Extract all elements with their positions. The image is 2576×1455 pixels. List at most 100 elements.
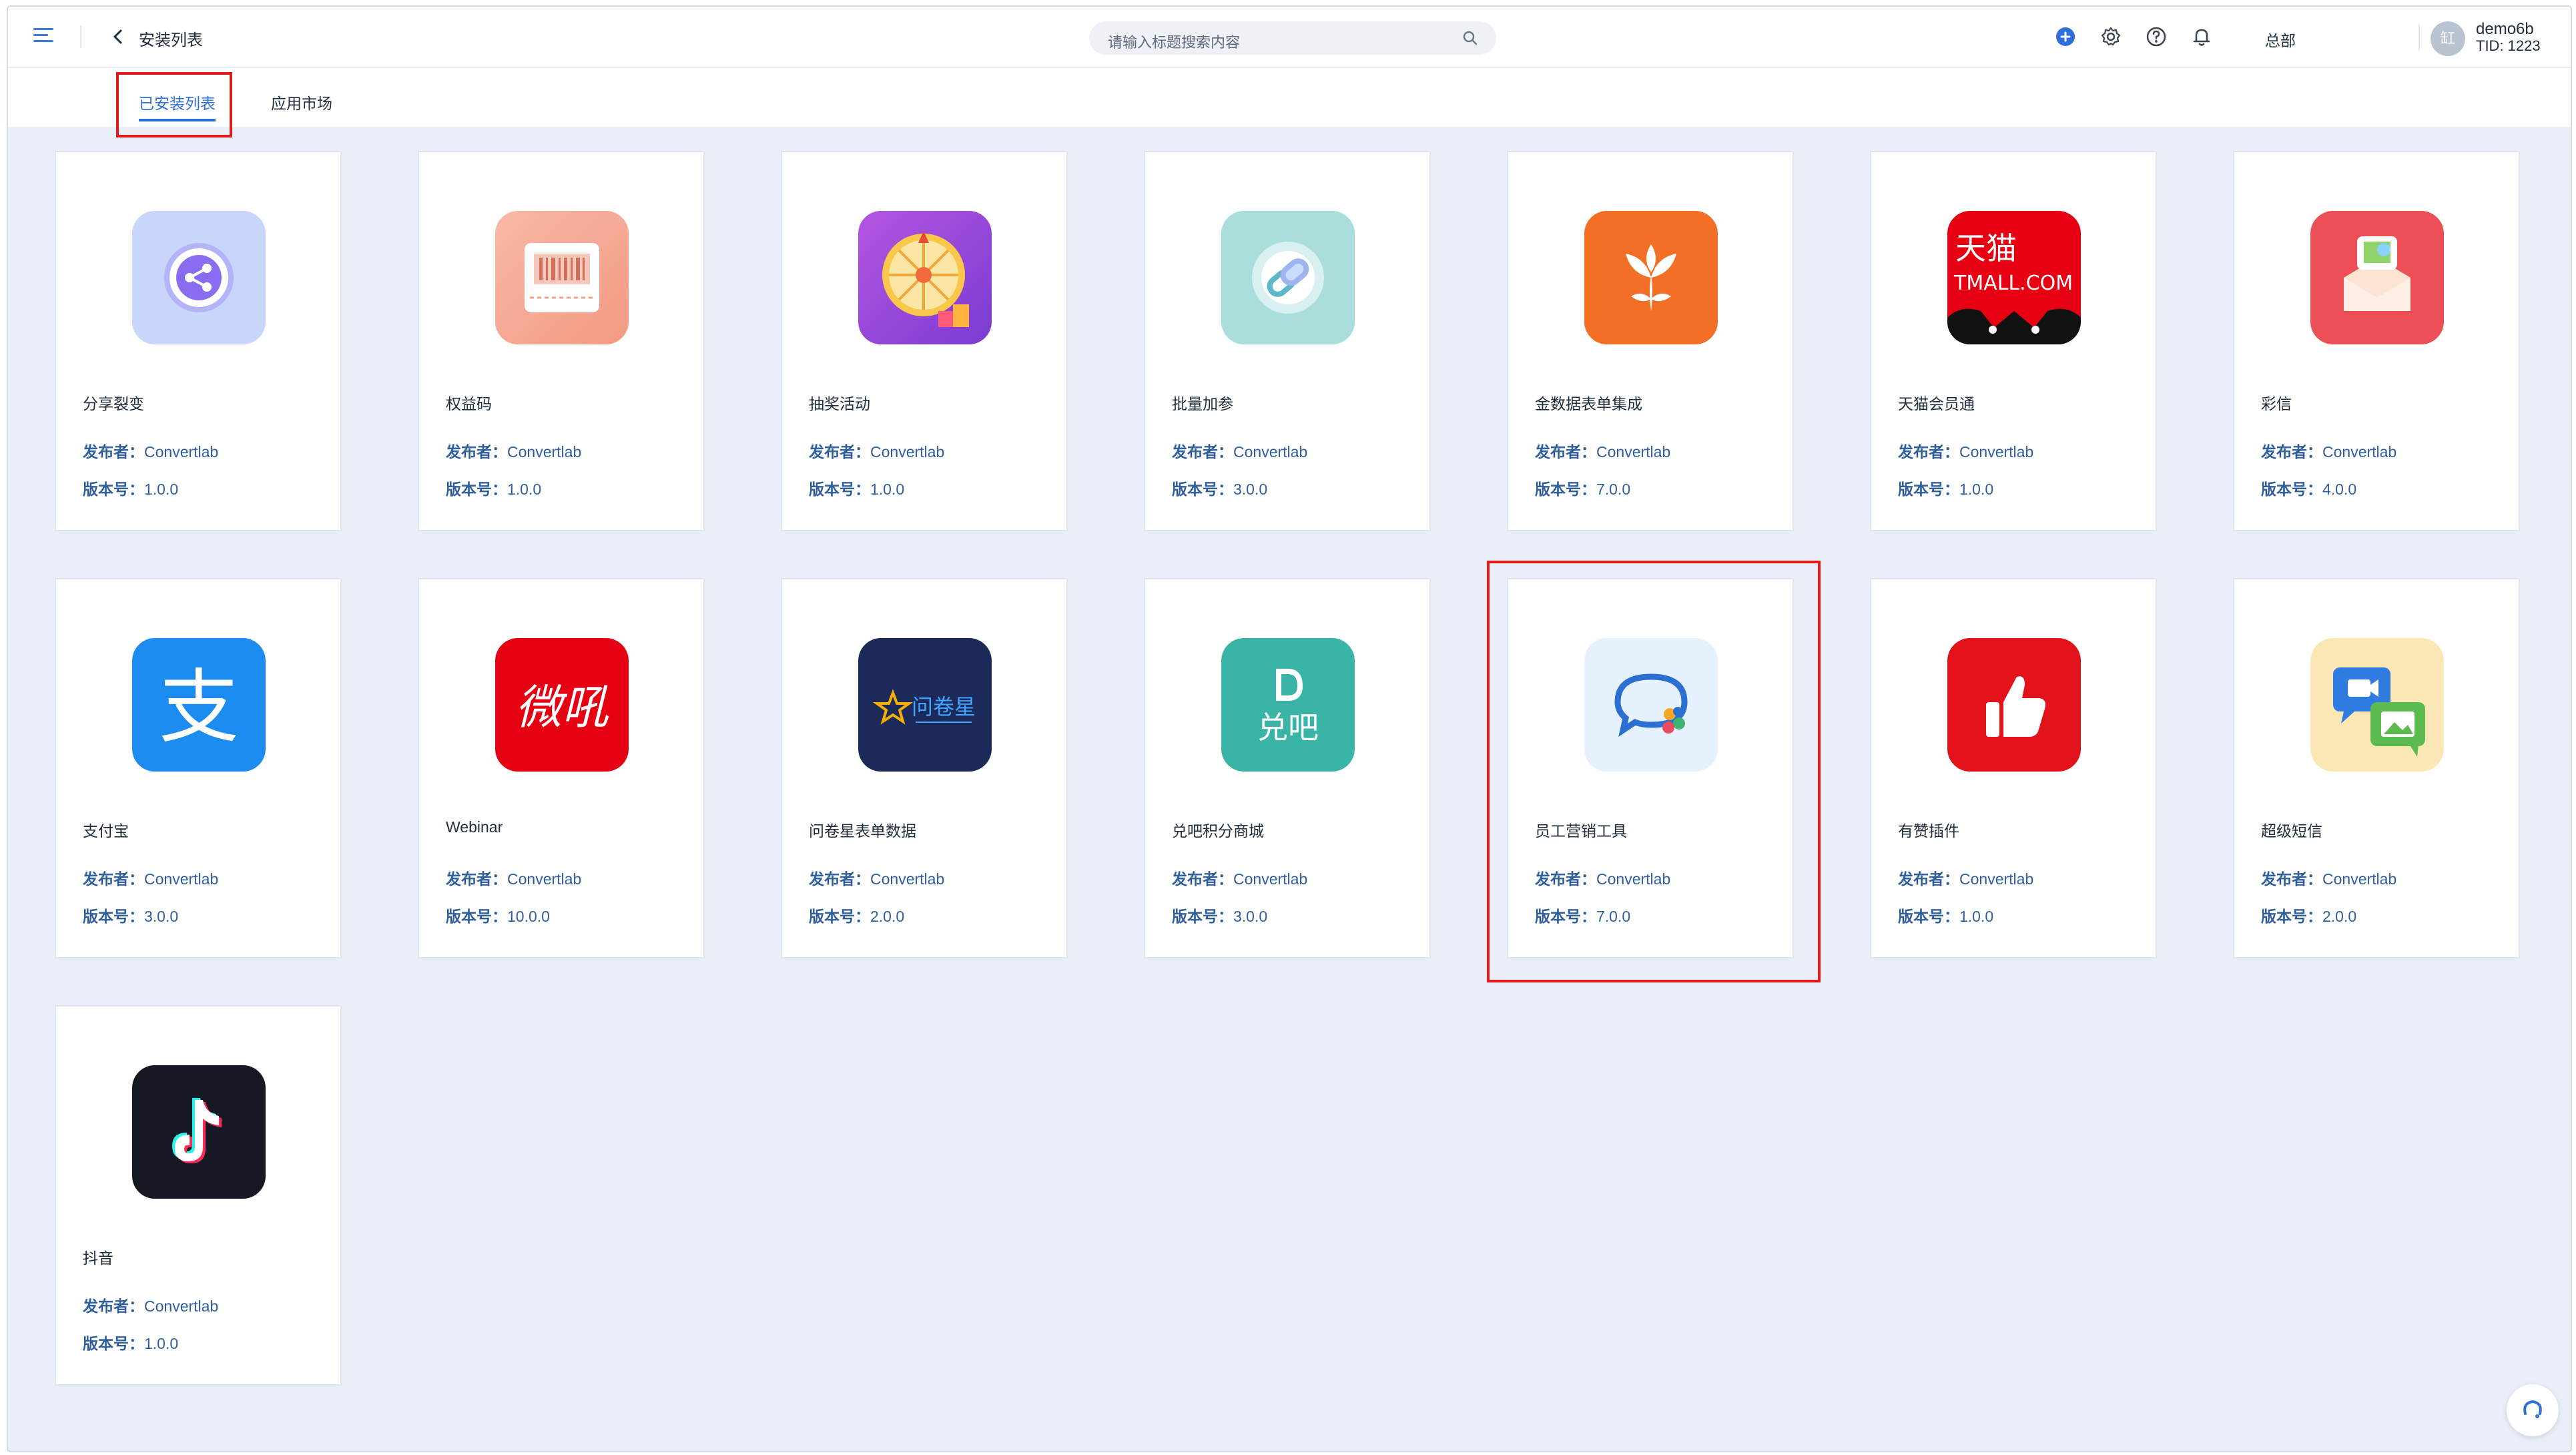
app-name: 彩信: [2261, 395, 2292, 412]
app-card[interactable]: 抽奖活动 发布者：Convertlab 版本号：1.0.0: [781, 151, 1068, 531]
top-bar: 安装列表 请输入标题搜索内容 总部 缸 demo6b TID: 1223: [8, 7, 2571, 68]
version-value: 3.0.0: [1233, 481, 1268, 498]
app-card[interactable]: 有赞插件 发布者：Convertlab 版本号：1.0.0: [1870, 578, 2157, 958]
app-name: 权益码: [446, 395, 492, 412]
publisher-value: Convertlab: [1596, 443, 1671, 461]
publisher-label: 发布者：: [83, 1297, 144, 1315]
version-value: 3.0.0: [144, 908, 179, 925]
app-publisher: 发布者：Convertlab: [1898, 439, 2033, 462]
publisher-label: 发布者：: [1535, 443, 1596, 461]
app-version: 版本号：4.0.0: [2261, 477, 2356, 499]
app-card[interactable]: 问卷星 问卷星表单数据 发布者：Convertlab 版本号：2.0.0: [781, 578, 1068, 958]
app-card[interactable]: 兑吧 兑吧积分商城 发布者：Convertlab 版本号：3.0.0: [1144, 578, 1431, 958]
publisher-label: 发布者：: [1898, 870, 1959, 888]
app-version: 版本号：1.0.0: [1898, 904, 1993, 926]
app-card[interactable]: 抖音 发布者：Convertlab 版本号：1.0.0: [55, 1005, 342, 1386]
tab-app-market[interactable]: 应用市场: [271, 91, 332, 113]
alipay-icon: 支: [132, 638, 266, 772]
menu-icon[interactable]: [33, 28, 53, 44]
version-label: 版本号：: [446, 908, 507, 925]
org-selector[interactable]: 总部: [2265, 28, 2296, 51]
publisher-value: Convertlab: [507, 443, 582, 461]
version-label: 版本号：: [83, 1335, 144, 1352]
app-publisher: 发布者：Convertlab: [1535, 439, 1670, 462]
publisher-label: 发布者：: [83, 870, 144, 888]
user-name[interactable]: demo6b: [2476, 20, 2534, 39]
app-card[interactable]: 超级短信 发布者：Convertlab 版本号：2.0.0: [2233, 578, 2520, 958]
app-card[interactable]: 批量加参 发布者：Convertlab 版本号：3.0.0: [1144, 151, 1431, 531]
bell-icon[interactable]: [2190, 25, 2213, 48]
version-label: 版本号：: [1898, 481, 1959, 498]
add-icon[interactable]: [2054, 25, 2077, 48]
app-card[interactable]: 金数据表单集成 发布者：Convertlab 版本号：7.0.0: [1507, 151, 1794, 531]
avatar[interactable]: 缸: [2431, 21, 2465, 56]
back-chevron-icon[interactable]: [108, 27, 128, 47]
super-sms-icon: [2310, 638, 2444, 772]
version-label: 版本号：: [809, 908, 870, 925]
publisher-value: Convertlab: [1233, 870, 1308, 888]
app-publisher: 发布者：Convertlab: [83, 439, 218, 462]
app-version: 版本号：1.0.0: [446, 477, 541, 499]
tmall-icon: 天猫 TMALL.COM: [1947, 211, 2081, 344]
share-icon: [132, 211, 266, 344]
version-label: 版本号：: [2261, 908, 2322, 925]
version-label: 版本号：: [2261, 481, 2322, 498]
publisher-value: Convertlab: [870, 870, 945, 888]
svg-text:TMALL.COM: TMALL.COM: [1953, 272, 2073, 295]
app-publisher: 发布者：Convertlab: [1172, 866, 1307, 889]
publisher-value: Convertlab: [1959, 443, 2034, 461]
app-name: 问卷星表单数据: [809, 822, 916, 840]
tab-bar: 已安装列表 应用市场: [8, 68, 2571, 127]
publisher-value: Convertlab: [870, 443, 945, 461]
version-label: 版本号：: [83, 481, 144, 498]
app-card[interactable]: 权益码 发布者：Convertlab 版本号：1.0.0: [418, 151, 705, 531]
app-version: 版本号：1.0.0: [809, 477, 904, 499]
app-name: 分享裂变: [83, 395, 144, 412]
version-value: 2.0.0: [2322, 908, 2357, 925]
app-version: 版本号：10.0.0: [446, 904, 550, 926]
app-publisher: 发布者：Convertlab: [446, 866, 581, 889]
version-value: 7.0.0: [1596, 481, 1631, 498]
tab-label: 应用市场: [271, 95, 332, 112]
publisher-label: 发布者：: [2261, 443, 2322, 461]
version-label: 版本号：: [1172, 481, 1233, 498]
search-input[interactable]: 请输入标题搜索内容: [1089, 21, 1496, 55]
publisher-label: 发布者：: [1172, 870, 1233, 888]
app-name: 金数据表单集成: [1535, 395, 1642, 412]
gear-icon[interactable]: [2100, 25, 2122, 48]
publisher-label: 发布者：: [809, 870, 870, 888]
weiniu-icon: 微吼: [495, 638, 629, 772]
app-card[interactable]: 支 支付宝 发布者：Convertlab 版本号：3.0.0: [55, 578, 342, 958]
mms-envelope-icon: [2310, 211, 2444, 344]
page-title: 安装列表: [139, 31, 203, 49]
app-card[interactable]: 彩信 发布者：Convertlab 版本号：4.0.0: [2233, 151, 2520, 531]
support-button[interactable]: [2507, 1384, 2559, 1436]
app-name: 天猫会员通: [1898, 395, 1975, 412]
publisher-value: Convertlab: [1233, 443, 1308, 461]
publisher-value: Convertlab: [1959, 870, 2034, 888]
duiba-icon: 兑吧: [1221, 638, 1355, 772]
app-card[interactable]: 分享裂变 发布者：Convertlab 版本号：1.0.0: [55, 151, 342, 531]
publisher-label: 发布者：: [446, 443, 507, 461]
app-publisher: 发布者：Convertlab: [446, 439, 581, 462]
publisher-value: Convertlab: [2322, 443, 2397, 461]
publisher-value: Convertlab: [507, 870, 582, 888]
headset-icon: [2523, 1400, 2542, 1418]
svg-text:兑吧: 兑吧: [1257, 709, 1319, 746]
app-card[interactable]: 微吼 Webinar 发布者：Convertlab 版本号：10.0.0: [418, 578, 705, 958]
app-version: 版本号：1.0.0: [83, 477, 178, 499]
version-value: 1.0.0: [144, 1335, 179, 1352]
publisher-label: 发布者：: [1898, 443, 1959, 461]
svg-text:问卷星: 问卷星: [912, 694, 976, 719]
app-publisher: 发布者：Convertlab: [1172, 439, 1307, 462]
version-label: 版本号：: [1172, 908, 1233, 925]
publisher-label: 发布者：: [809, 443, 870, 461]
highlight-box: [1487, 561, 1821, 982]
help-icon[interactable]: [2145, 25, 2168, 48]
app-card[interactable]: 天猫 TMALL.COM 天猫会员通 发布者：Convertlab 版本号：1.…: [1870, 151, 2157, 531]
lottery-wheel-icon: [858, 211, 992, 344]
jinshuju-icon: [1584, 211, 1718, 344]
search-icon[interactable]: [1462, 29, 1479, 47]
app-name: 有赞插件: [1898, 822, 1959, 840]
app-name: 支付宝: [83, 822, 129, 840]
